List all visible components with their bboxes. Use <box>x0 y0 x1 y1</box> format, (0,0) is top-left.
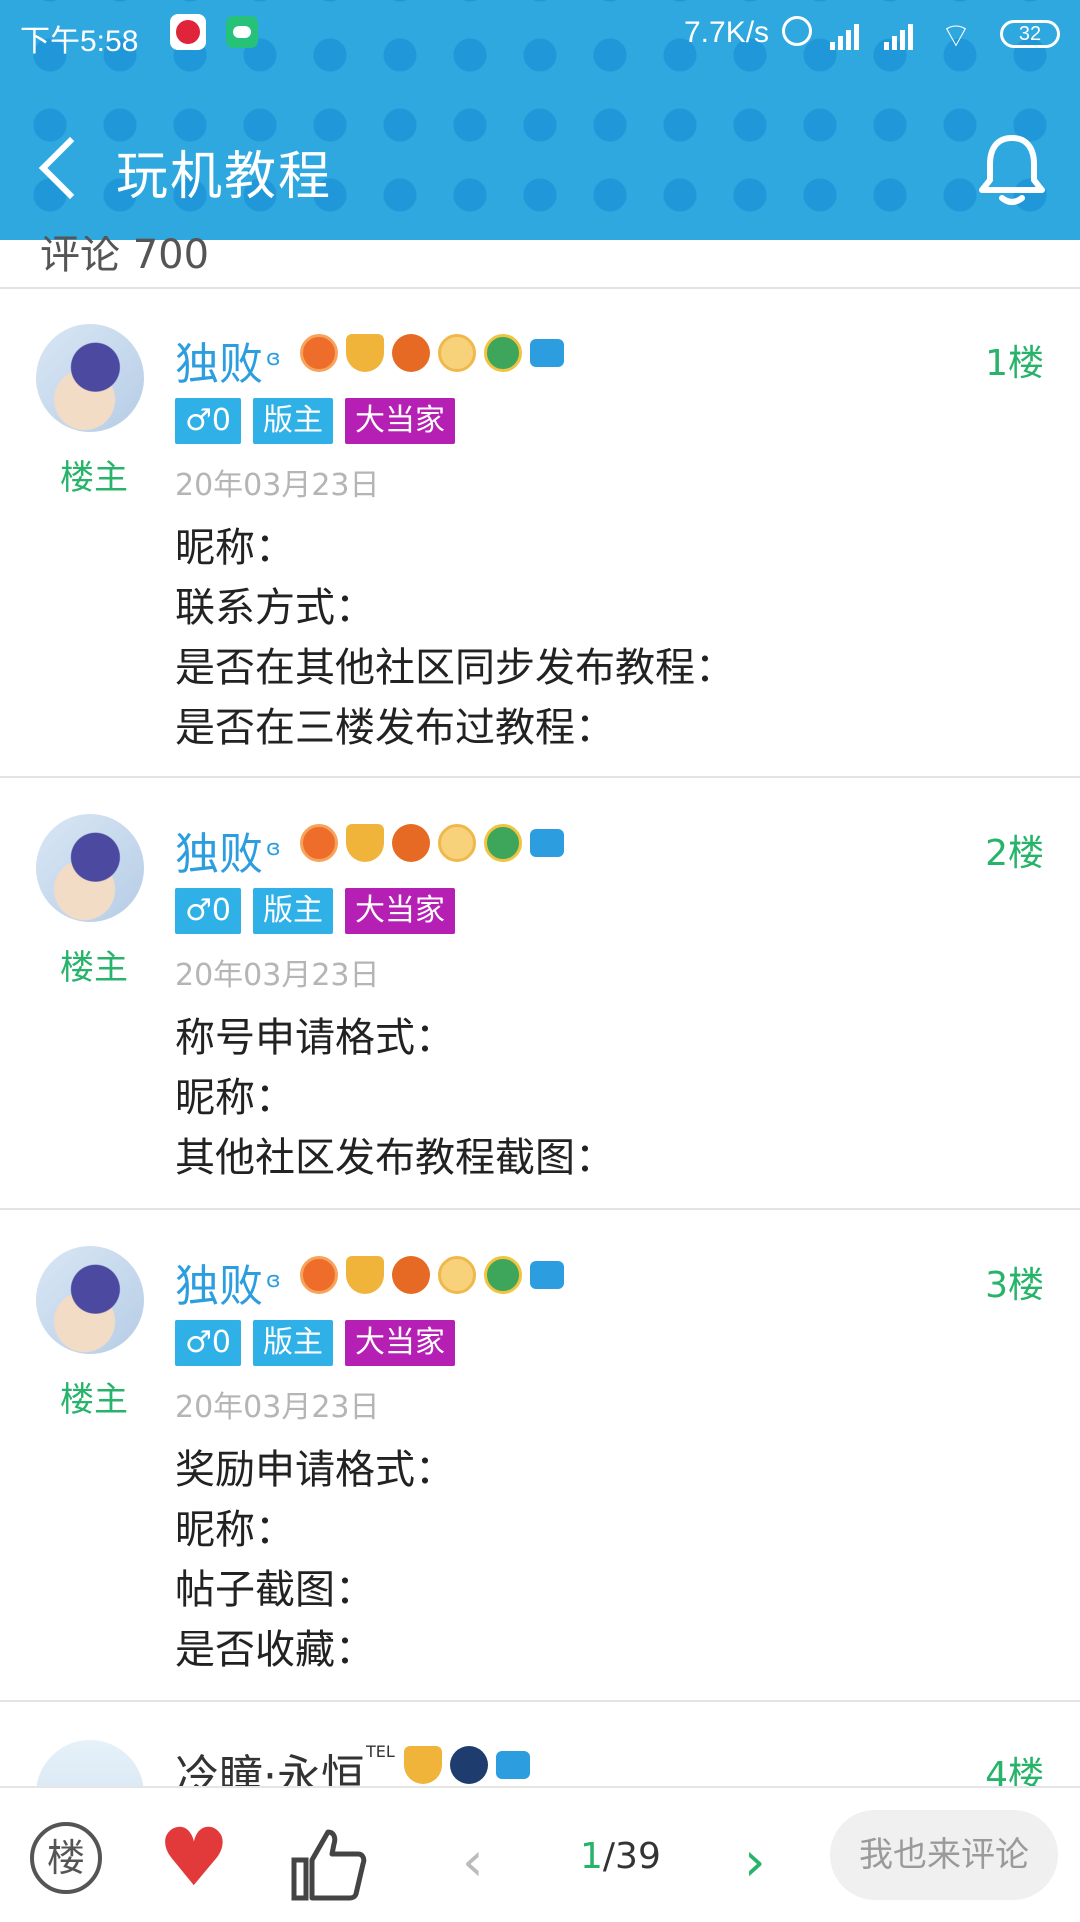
owner-tag: 楼主 <box>60 1380 128 1420</box>
medal-badge-icon <box>300 334 338 372</box>
page-current: 1 <box>580 1836 603 1877</box>
comment-input-button[interactable]: 我也来评论 <box>830 1810 1058 1900</box>
post-line: 昵称： <box>175 1507 295 1553</box>
signal-icon <box>830 22 859 50</box>
post-line: 是否收藏： <box>175 1627 375 1673</box>
moderator-tag: 版主 <box>252 1320 333 1366</box>
avatar[interactable] <box>36 1246 144 1354</box>
badge-row <box>404 1746 530 1784</box>
network-speed: 7.7K/s <box>684 16 770 49</box>
level-mark: TEL <box>366 1742 395 1761</box>
alarm-icon <box>782 16 812 46</box>
badge-row <box>300 334 564 372</box>
post-body: 昵称： 联系方式： 是否在其他社区同步发布教程： 是否在三楼发布过教程： <box>175 518 735 758</box>
bottom-action-bar: 楼 ♥ ‹ 1/39 › 我也来评论 <box>0 1786 1080 1922</box>
post-date: 20年03月23日 <box>175 958 380 993</box>
status-time: 下午5:58 <box>20 25 139 58</box>
page-title: 玩机教程 <box>116 147 333 207</box>
post-line: 是否在三楼发布过教程： <box>175 705 615 751</box>
expert-badge-icon <box>484 1256 522 1294</box>
video-badge-icon <box>530 829 564 857</box>
thumbs-up-icon[interactable] <box>288 1824 368 1904</box>
post-body: 奖励申请格式： 昵称： 帖子截图： 是否收藏： <box>175 1440 455 1680</box>
username[interactable]: 独败 <box>175 818 263 882</box>
crown-badge-icon <box>346 1256 384 1294</box>
wifi-icon: ⌔ <box>940 16 972 56</box>
medal-badge-icon <box>300 824 338 862</box>
coin-badge-icon <box>438 1256 476 1294</box>
moderator-tag: 版主 <box>252 398 333 444</box>
expert-badge-icon <box>484 824 522 862</box>
badge-row <box>300 824 564 862</box>
divider <box>0 776 1080 778</box>
post-line: 奖励申请格式： <box>175 1447 455 1493</box>
notification-app-icon <box>170 14 206 50</box>
post-date: 20年03月23日 <box>175 468 380 503</box>
signal-icon-2 <box>884 22 913 50</box>
post-line: 是否在其他社区同步发布教程： <box>175 645 735 691</box>
username[interactable]: 独败 <box>175 328 263 392</box>
prev-page-icon[interactable]: ‹ <box>462 1830 484 1893</box>
gender-tag: ♂0 <box>175 1320 241 1366</box>
back-icon[interactable] <box>38 136 102 200</box>
owner-tag: 楼主 <box>60 948 128 988</box>
post-date: 20年03月23日 <box>175 1390 380 1425</box>
page-total: /39 <box>602 1836 661 1877</box>
award-badge-icon <box>392 1256 430 1294</box>
next-page-icon[interactable]: › <box>744 1830 766 1893</box>
bell-icon[interactable] <box>976 132 1048 208</box>
user-tags: ♂0 版主 大当家 <box>175 888 455 934</box>
coin-badge-icon <box>438 824 476 862</box>
notification-message-icon <box>226 16 258 48</box>
owner-tag: 楼主 <box>60 458 128 498</box>
username[interactable]: 独败 <box>175 1250 263 1314</box>
heart-icon[interactable]: ♥ <box>158 1818 230 1898</box>
video-badge-icon <box>530 1261 564 1289</box>
divider <box>0 287 1080 289</box>
post-line: 联系方式： <box>175 585 375 631</box>
avatar[interactable] <box>36 324 144 432</box>
post-line: 昵称： <box>175 525 295 571</box>
user-tags: ♂0 版主 大当家 <box>175 398 455 444</box>
award-badge-icon <box>392 824 430 862</box>
title-tag: 大当家 <box>344 888 455 934</box>
badge-row <box>300 1256 564 1294</box>
crown-badge-icon <box>346 334 384 372</box>
divider <box>0 1700 1080 1702</box>
title-tag: 大当家 <box>344 398 455 444</box>
app-header: 玩机教程 <box>0 110 1080 230</box>
moderator-tag: 版主 <box>252 888 333 934</box>
post-line: 其他社区发布教程截图： <box>175 1135 615 1181</box>
level-mark: ɞ <box>266 836 281 861</box>
status-bar: 下午5:58 7.7K/s ⌔ 32 <box>0 0 1080 72</box>
post-body: 称号申请格式： 昵称： 其他社区发布教程截图： <box>175 1008 615 1188</box>
floor-jump-icon[interactable]: 楼 <box>30 1822 102 1894</box>
video-badge-icon <box>496 1751 530 1779</box>
crown-badge-icon <box>346 824 384 862</box>
post-line: 帖子截图： <box>175 1567 375 1613</box>
floor-number: 1楼 <box>985 343 1044 384</box>
page-indicator[interactable]: 1/39 <box>580 1836 661 1877</box>
user-tags: ♂0 版主 大当家 <box>175 1320 455 1366</box>
gender-tag: ♂0 <box>175 888 241 934</box>
post-line: 昵称： <box>175 1075 295 1121</box>
level-mark: ɞ <box>266 346 281 371</box>
battery-icon: 32 <box>1000 20 1060 48</box>
expert-badge-icon <box>450 1746 488 1784</box>
avatar[interactable] <box>36 814 144 922</box>
gender-tag: ♂0 <box>175 398 241 444</box>
level-mark: ɞ <box>266 1268 281 1293</box>
crown-badge-icon <box>404 1746 442 1784</box>
expert-badge-icon <box>484 334 522 372</box>
divider <box>0 1208 1080 1210</box>
title-tag: 大当家 <box>344 1320 455 1366</box>
medal-badge-icon <box>300 1256 338 1294</box>
award-badge-icon <box>392 334 430 372</box>
floor-number: 2楼 <box>985 833 1044 874</box>
floor-number: 3楼 <box>985 1265 1044 1306</box>
video-badge-icon <box>530 339 564 367</box>
coin-badge-icon <box>438 334 476 372</box>
post-line: 称号申请格式： <box>175 1015 455 1061</box>
